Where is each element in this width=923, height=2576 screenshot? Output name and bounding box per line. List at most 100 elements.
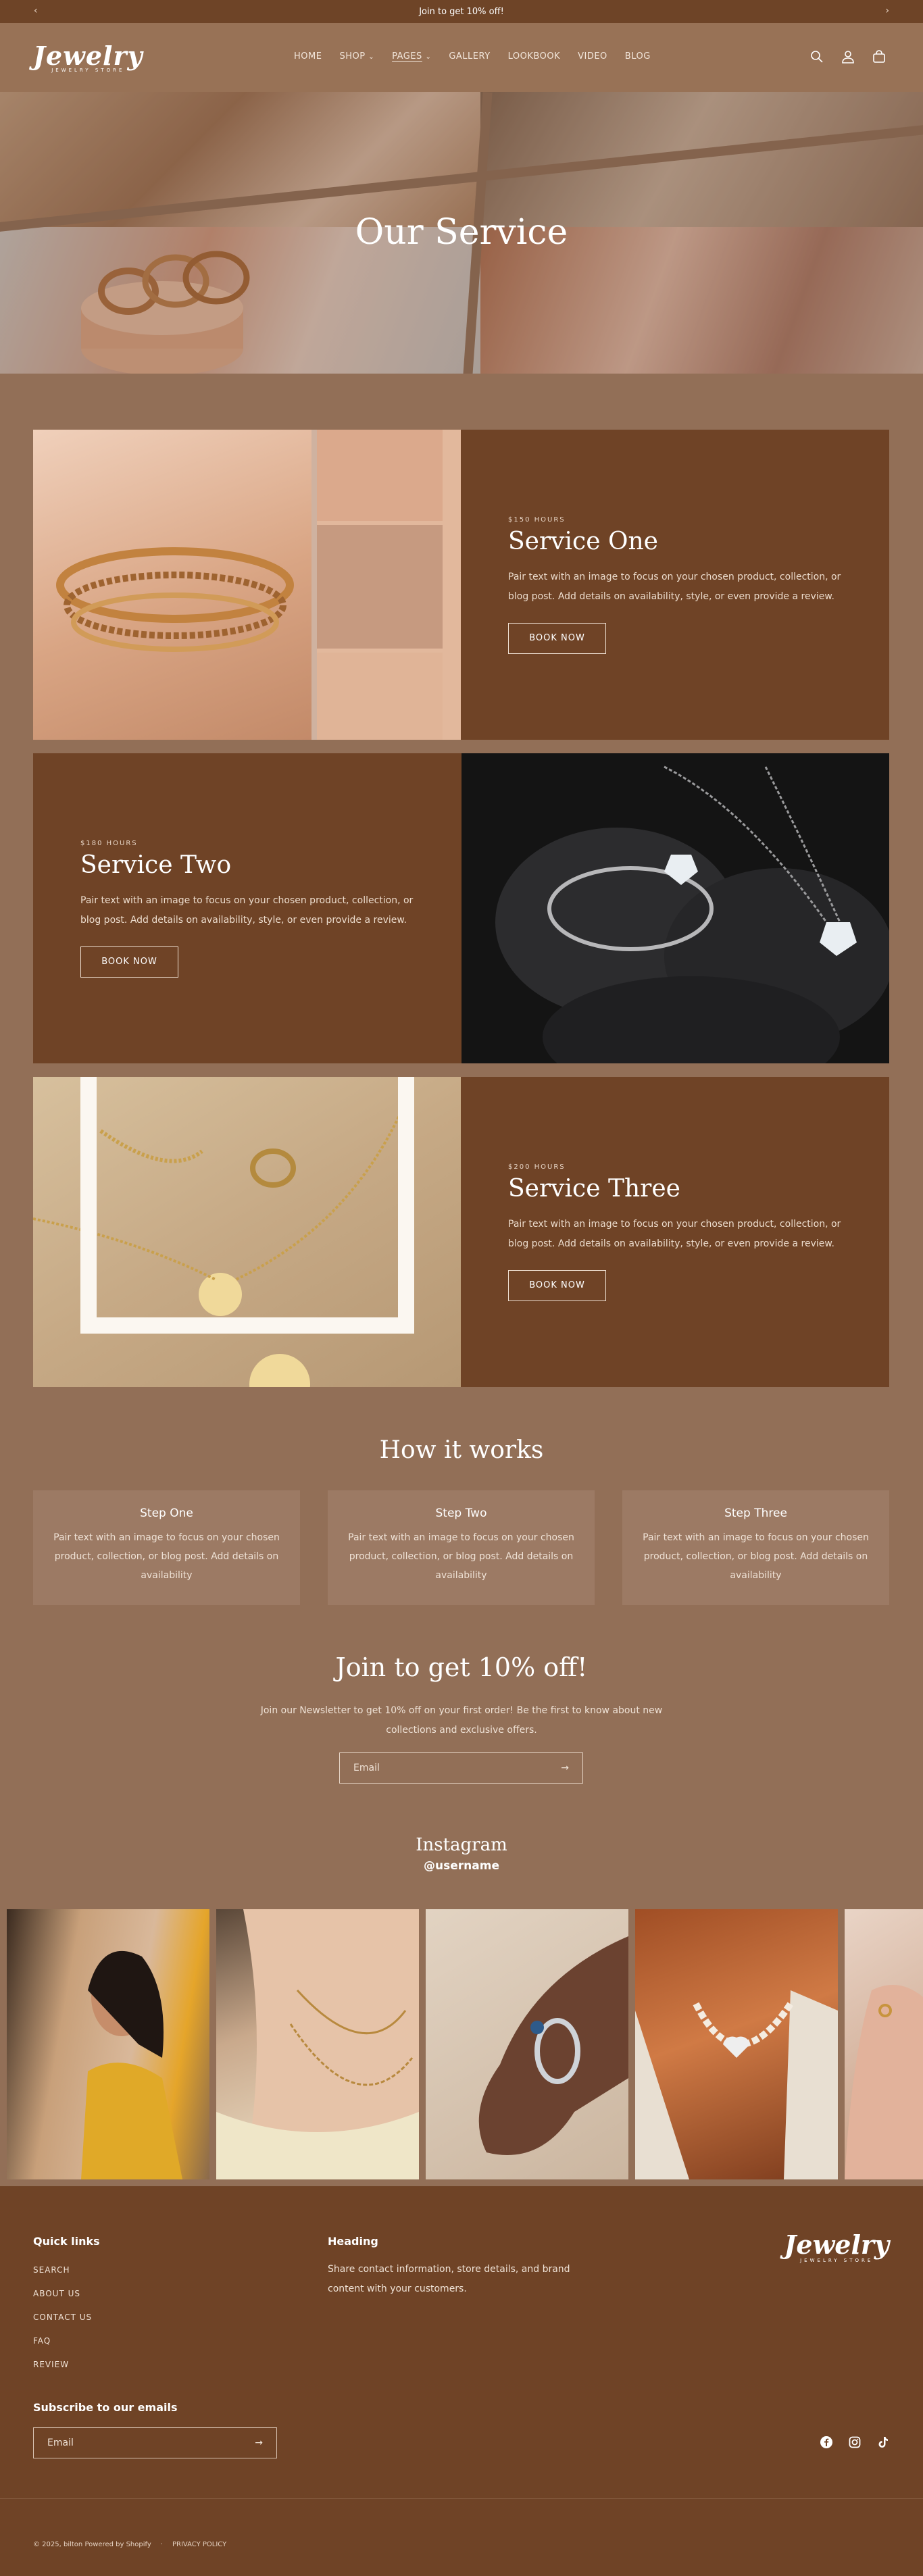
instagram-post[interactable]	[7, 1909, 209, 2179]
nav-shop[interactable]: SHOP ⌄	[339, 51, 374, 61]
nav-blog[interactable]: BLOG	[625, 51, 651, 61]
footer-heading: Heading	[328, 2235, 378, 2248]
announcement-text: Join to get 10% off!	[419, 6, 504, 17]
instagram-post[interactable]	[635, 1909, 838, 2179]
service-price: $150 HOURS	[508, 515, 566, 524]
footer-email-input[interactable]: Email →	[33, 2427, 277, 2458]
subscribe-title: Subscribe to our emails	[33, 2401, 178, 2414]
service-three-image	[33, 1077, 461, 1387]
tiktok-icon[interactable]	[877, 2436, 889, 2448]
chevron-down-icon: ⌄	[425, 53, 432, 61]
nav-pages-label: PAGES	[392, 51, 422, 61]
footer-link-contact[interactable]: CONTACT US	[33, 2313, 100, 2336]
service-description: Pair text with an image to focus on your…	[508, 1218, 841, 1249]
email-placeholder: Email	[47, 2438, 74, 2448]
instagram-title: Instagram	[416, 1835, 507, 1855]
service-title: Service Three	[508, 1174, 680, 1203]
nav-home[interactable]: HOME	[294, 51, 322, 61]
service-title: Service One	[508, 527, 658, 555]
quick-links: Quick links SEARCH ABOUT US CONTACT US F…	[33, 2235, 100, 2383]
hero-banner: Our Service	[0, 92, 923, 374]
site-footer: Quick links SEARCH ABOUT US CONTACT US F…	[0, 2186, 923, 2576]
bracelets-illustration	[56, 547, 294, 652]
hero-title: Our Service	[355, 212, 568, 253]
book-now-button[interactable]: BOOK NOW	[508, 622, 606, 654]
header-icons	[810, 50, 886, 64]
woman-portrait-illustration	[81, 1950, 182, 2179]
copyright-bar: © 2025, bilton Powered by Shopify · PRIV…	[33, 2541, 226, 2548]
footer-link-search[interactable]: SEARCH	[33, 2265, 100, 2289]
footer-link-about[interactable]: ABOUT US	[33, 2289, 100, 2313]
privacy-policy-link[interactable]: PRIVACY POLICY	[172, 2541, 226, 2548]
step-card: Step Three Pair text with an image to fo…	[622, 1490, 889, 1605]
nav-pages[interactable]: PAGES ⌄	[392, 51, 431, 61]
step-card: Step One Pair text with an image to focu…	[33, 1490, 300, 1605]
rings-hand-illustration	[845, 1985, 923, 2179]
footer-divider	[0, 2498, 923, 2499]
footer-link-faq[interactable]: FAQ	[33, 2336, 100, 2360]
bracelet-wrist-illustration	[478, 1936, 628, 2155]
copyright-text: © 2025, bilton Powered by Shopify	[33, 2541, 151, 2548]
necklace-illustration	[33, 1103, 406, 1387]
nav-shop-label: SHOP	[339, 51, 366, 61]
service-description: Pair text with an image to focus on your…	[80, 894, 414, 926]
service-one: $150 HOURS Service One Pair text with an…	[33, 430, 889, 740]
service-two-image	[462, 753, 889, 1063]
service-three: $200 HOURS Service Three Pair text with …	[33, 1077, 889, 1387]
nav-lookbook[interactable]: LOOKBOOK	[508, 51, 560, 61]
cart-icon[interactable]	[872, 50, 886, 64]
service-three-content: $200 HOURS Service Three Pair text with …	[461, 1077, 889, 1387]
search-icon[interactable]	[810, 50, 824, 64]
step-text: Pair text with an image to focus on your…	[348, 1532, 574, 1581]
necklace-neck-illustration	[216, 1909, 419, 2179]
brand-name: Jewelry	[33, 41, 143, 71]
social-links	[820, 2436, 889, 2448]
footer-heading-block: Heading Share contact information, store…	[328, 2235, 598, 2299]
instagram-post[interactable]	[426, 1909, 628, 2179]
facebook-icon[interactable]	[820, 2436, 832, 2448]
step-text: Pair text with an image to focus on your…	[643, 1532, 869, 1581]
service-two: $180 HOURS Service Two Pair text with an…	[33, 753, 889, 1063]
pearl-necklace-illustration	[635, 1990, 838, 2179]
service-one-content: $150 HOURS Service One Pair text with an…	[461, 430, 889, 740]
service-description: Pair text with an image to focus on your…	[508, 571, 841, 602]
brand-logo[interactable]: Jewelry JEWELRY STORE	[33, 41, 143, 74]
instagram-post[interactable]	[845, 1909, 923, 2179]
diamond-ring-illustration	[495, 765, 889, 1063]
email-placeholder: Email	[353, 1763, 380, 1773]
footer-heading-text: Share contact information, store details…	[328, 2264, 570, 2294]
arrow-right-icon[interactable]: →	[561, 1763, 569, 1773]
main-nav: HOME SHOP ⌄ PAGES ⌄ GALLERY LOOKBOOK VID…	[294, 51, 651, 61]
step-title: Step Three	[724, 1507, 787, 1520]
service-two-content: $180 HOURS Service Two Pair text with an…	[33, 753, 462, 1063]
step-title: Step Two	[435, 1507, 487, 1520]
footer-logo[interactable]: Jewelry JEWELRY STORE	[784, 2229, 889, 2264]
footer-brand-name: Jewelry	[784, 2229, 889, 2260]
service-title: Service Two	[80, 851, 232, 879]
announcement-bar: ‹ Join to get 10% off! ›	[0, 0, 923, 23]
instagram-username[interactable]: @username	[0, 1859, 923, 1873]
how-it-works-title: How it works	[379, 1436, 544, 1464]
book-now-button[interactable]: BOOK NOW	[508, 1269, 606, 1301]
instagram-post[interactable]	[216, 1909, 419, 2179]
footer-link-review[interactable]: REVIEW	[33, 2360, 100, 2383]
newsletter-description: Join our Newsletter to get 10% off on yo…	[260, 1705, 663, 1736]
newsletter-email-input[interactable]: Email →	[339, 1752, 583, 1784]
newsletter-title: Join to get 10% off!	[335, 1652, 588, 1682]
step-text: Pair text with an image to focus on your…	[53, 1532, 280, 1581]
account-icon[interactable]	[841, 50, 855, 64]
chevron-down-icon: ⌄	[368, 53, 375, 61]
instagram-icon[interactable]	[849, 2436, 861, 2448]
service-price: $200 HOURS	[508, 1163, 566, 1171]
arrow-right-icon[interactable]: →	[255, 2438, 263, 2448]
service-price: $180 HOURS	[80, 839, 138, 847]
separator-dot: ·	[160, 2541, 163, 2548]
step-card: Step Two Pair text with an image to focu…	[328, 1490, 595, 1605]
chevron-left-icon[interactable]: ‹	[34, 5, 38, 16]
chevron-right-icon[interactable]: ›	[885, 5, 889, 16]
service-one-image	[33, 430, 461, 740]
step-title: Step One	[140, 1507, 193, 1520]
book-now-button[interactable]: BOOK NOW	[80, 946, 178, 978]
nav-video[interactable]: VIDEO	[578, 51, 607, 61]
nav-gallery[interactable]: GALLERY	[449, 51, 490, 61]
